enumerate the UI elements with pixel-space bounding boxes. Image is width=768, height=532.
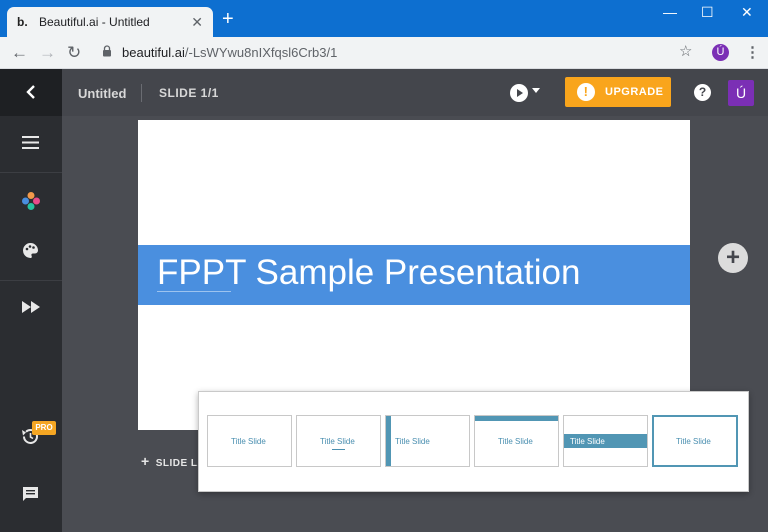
help-icon[interactable]: ?: [694, 84, 711, 101]
pro-badge: PRO: [32, 421, 56, 435]
browser-profile-avatar[interactable]: Ú: [712, 44, 729, 61]
new-tab-button[interactable]: +: [222, 9, 234, 29]
slide-title[interactable]: FPPT Sample Presentation: [157, 253, 580, 293]
tab-close-icon[interactable]: ✕: [191, 14, 203, 30]
url-path: /-LsWYwu8nIXfqsl6Crb3/1: [184, 45, 338, 60]
chevron-left-icon: [26, 85, 35, 99]
chevron-down-icon[interactable]: [532, 88, 540, 93]
lock-icon: [103, 45, 111, 57]
favicon-icon: b.: [17, 15, 28, 29]
plus-icon: +: [141, 453, 150, 469]
sidebar-divider: [0, 280, 62, 281]
sidebar-divider: [0, 172, 62, 173]
reload-icon[interactable]: ↻: [67, 43, 81, 63]
upgrade-button[interactable]: ! UPGRADE: [565, 77, 671, 107]
palette-icon[interactable]: [22, 242, 39, 259]
layout-option-label: Title Slide: [395, 437, 430, 446]
layout-option[interactable]: Title Slide: [207, 415, 292, 467]
topbar-divider: [141, 84, 142, 102]
url-host: beautiful.ai: [122, 45, 185, 60]
color-dots-icon[interactable]: [21, 191, 41, 211]
layout-option-label: Title Slide: [570, 437, 605, 446]
slide-layout-button[interactable]: + SLIDE LA: [141, 453, 205, 469]
forward-arrow-icon[interactable]: →: [39, 43, 56, 63]
browser-menu-icon[interactable]: ⋮: [745, 43, 760, 61]
back-arrow-icon[interactable]: ←: [11, 43, 28, 63]
play-icon: [517, 89, 523, 97]
layout-option-label: Title Slide: [231, 437, 266, 446]
minimize-button[interactable]: —: [663, 4, 677, 20]
comment-icon[interactable]: [22, 486, 39, 502]
layout-option[interactable]: Title Slide: [474, 415, 559, 467]
browser-toolbar: ← → ↻: [0, 37, 768, 69]
underline-accent: [332, 449, 345, 450]
window-close-button[interactable]: ✕: [741, 4, 753, 20]
layout-option-label: Title Slide: [676, 437, 711, 446]
alert-icon: !: [577, 83, 595, 101]
slide-indicator: SLIDE 1/1: [159, 86, 219, 100]
maximize-button[interactable]: ☐: [701, 4, 714, 20]
bookmark-star-icon[interactable]: ☆: [679, 42, 692, 60]
play-button[interactable]: [510, 84, 528, 102]
layout-option-label: Title Slide: [498, 437, 533, 446]
tab-title: Beautiful.ai - Untitled: [39, 15, 150, 29]
layout-option-selected[interactable]: Title Slide: [652, 415, 738, 467]
layout-option-label: Title Slide: [320, 437, 355, 446]
left-bar-accent: [386, 416, 391, 466]
browser-tab[interactable]: b. Beautiful.ai - Untitled ✕: [7, 7, 213, 37]
upgrade-label: UPGRADE: [605, 86, 664, 98]
user-avatar[interactable]: Ú: [728, 80, 754, 106]
document-title[interactable]: Untitled: [78, 86, 126, 101]
layout-option[interactable]: Title Slide: [385, 415, 470, 467]
browser-titlebar: b. Beautiful.ai - Untitled ✕ + — ☐ ✕: [0, 0, 768, 37]
hamburger-menu-icon[interactable]: [22, 136, 39, 149]
text-cursor-underline: [157, 291, 231, 292]
layout-option[interactable]: Title Slide: [296, 415, 381, 467]
add-slide-button[interactable]: +: [718, 243, 748, 273]
url-text[interactable]: beautiful.ai/-LsWYwu8nIXfqsl6Crb3/1: [122, 45, 337, 60]
top-bar-accent: [475, 416, 558, 421]
fast-forward-icon[interactable]: [22, 301, 40, 313]
layout-option[interactable]: Title Slide: [563, 415, 648, 467]
